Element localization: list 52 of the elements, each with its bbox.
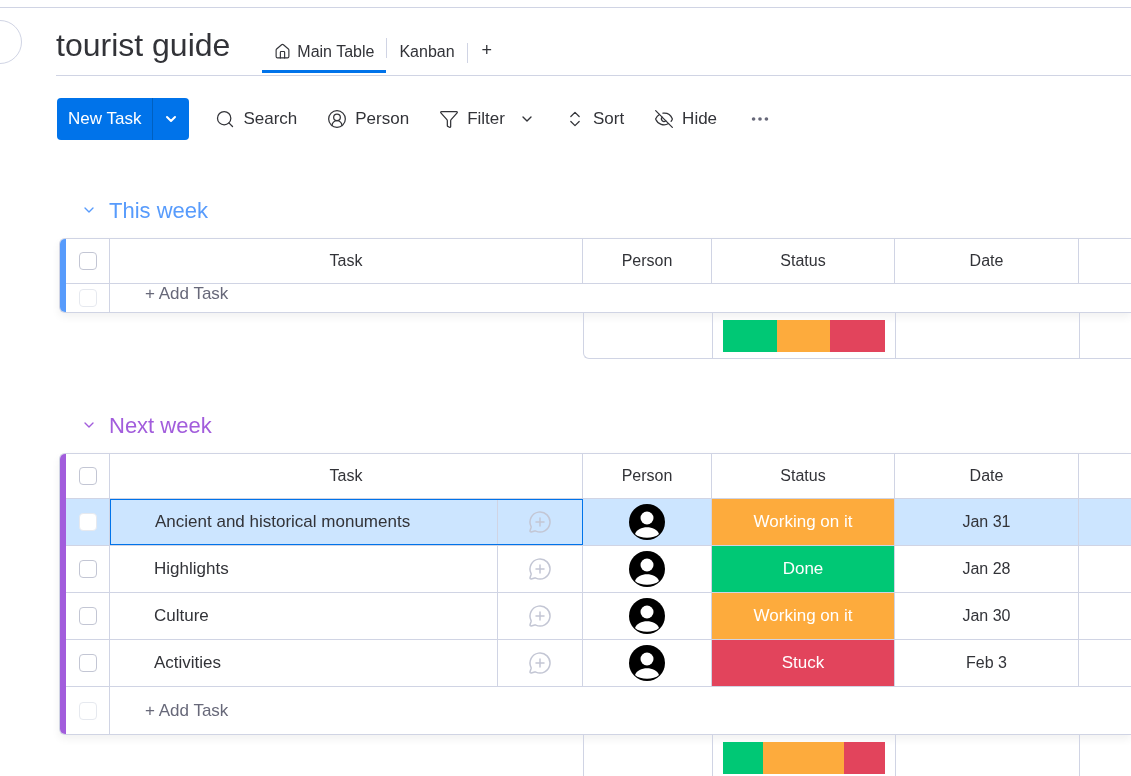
task-name: Activities bbox=[154, 652, 222, 675]
column-header: Task bbox=[329, 466, 363, 486]
column-header: Status bbox=[780, 466, 826, 486]
add-task-button[interactable]: + Add Task bbox=[145, 284, 229, 304]
task-row[interactable]: Activities Stuck Feb 3 bbox=[66, 640, 1131, 687]
row-checkbox[interactable] bbox=[78, 560, 97, 578]
add-update-icon[interactable] bbox=[528, 510, 552, 534]
date-cell-text: Jan 31 bbox=[962, 512, 1011, 532]
search-icon bbox=[215, 109, 236, 129]
add-view-button[interactable]: + bbox=[467, 30, 507, 70]
eye-slash-icon bbox=[654, 109, 675, 129]
add-update-icon[interactable] bbox=[528, 604, 552, 628]
row-checkbox[interactable] bbox=[78, 467, 97, 485]
avatar-icon bbox=[628, 597, 666, 635]
row-checkbox[interactable] bbox=[78, 252, 97, 270]
filter-icon bbox=[439, 109, 460, 129]
task-name: Ancient and historical monuments bbox=[155, 511, 411, 534]
avatar-icon bbox=[628, 503, 666, 541]
status-label[interactable]: Stuck bbox=[712, 640, 895, 686]
column-header: Person bbox=[621, 251, 673, 271]
row-checkbox[interactable] bbox=[78, 654, 97, 672]
column-header: Date bbox=[969, 251, 1004, 271]
column-header: Task bbox=[329, 251, 363, 271]
add-update-icon[interactable] bbox=[528, 557, 552, 581]
row-checkbox[interactable] bbox=[78, 607, 97, 625]
add-update-icon[interactable] bbox=[528, 651, 552, 675]
avatar-icon bbox=[628, 644, 666, 682]
date-cell-text: Feb 3 bbox=[966, 653, 1007, 673]
task-name: Culture bbox=[154, 605, 209, 628]
task-row[interactable]: Highlights Done Jan 28 bbox=[66, 546, 1131, 593]
toolbar-button[interactable]: Sort bbox=[556, 99, 633, 139]
column-header: Date bbox=[969, 466, 1004, 486]
date-cell-text: Jan 28 bbox=[962, 559, 1011, 579]
toolbar-button[interactable]: Hide bbox=[646, 99, 726, 139]
add-task-button[interactable]: + Add Task bbox=[145, 700, 229, 721]
column-header: Person bbox=[621, 466, 673, 486]
task-name: Highlights bbox=[154, 558, 229, 581]
person-icon bbox=[327, 109, 348, 129]
board-title: tourist guide bbox=[56, 26, 231, 65]
view-tab[interactable]: Kanban bbox=[387, 33, 467, 73]
task-row[interactable]: Ancient and historical monuments Working on it Jan 31 bbox=[66, 499, 1131, 546]
avatar-icon bbox=[628, 550, 666, 588]
task-row[interactable]: Culture Working on it Jan 30 bbox=[66, 593, 1131, 640]
date-cell-text: Jan 30 bbox=[962, 606, 1011, 626]
column-header: Status bbox=[780, 251, 826, 271]
view-tab[interactable]: Main Table bbox=[262, 33, 387, 73]
toolbar-button[interactable]: Search bbox=[207, 99, 306, 139]
new-task-button[interactable]: New Task bbox=[57, 98, 190, 140]
home-icon bbox=[274, 43, 292, 60]
toolbar-button[interactable]: Person bbox=[319, 99, 418, 139]
toolbar-button[interactable]: Filter bbox=[431, 99, 543, 139]
group-title[interactable]: Next week bbox=[109, 408, 212, 442]
